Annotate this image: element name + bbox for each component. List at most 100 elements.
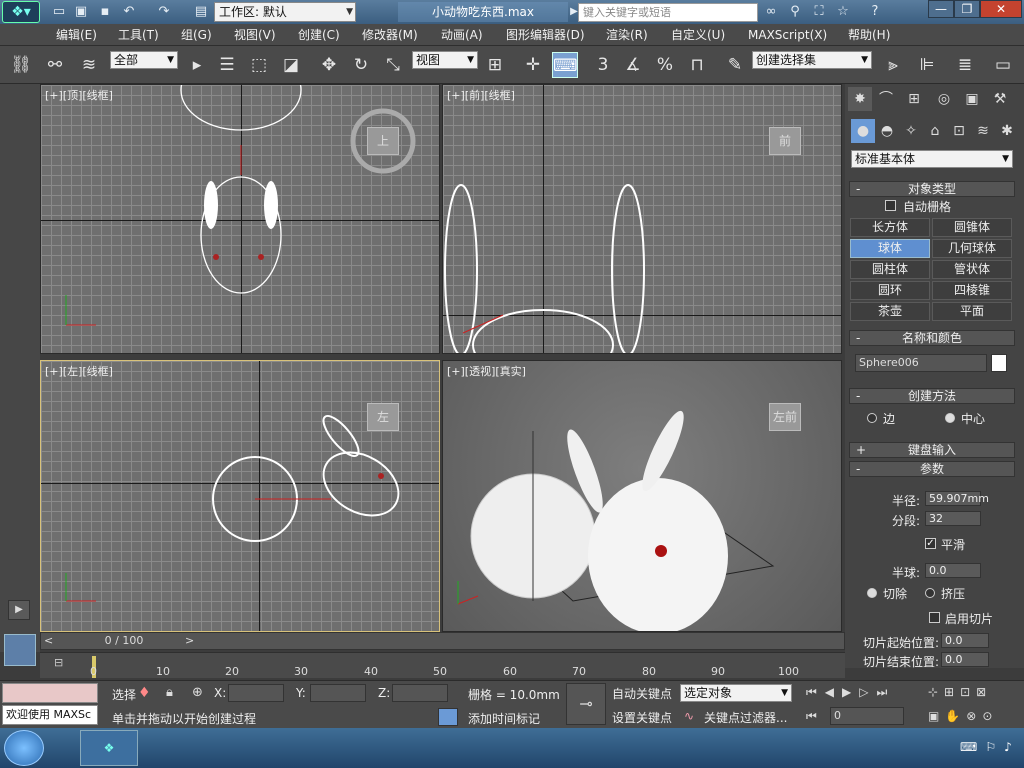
menu-views[interactable]: 视图(V) [234, 26, 276, 44]
pivot-center-icon[interactable]: ⊞ [482, 52, 508, 78]
edit-named-selection-icon[interactable]: ✎ [722, 52, 748, 78]
maximize-button[interactable]: ❐ [954, 0, 980, 18]
redo-icon[interactable]: ↷ [155, 3, 173, 21]
creation-center-radio[interactable] [945, 413, 955, 423]
creation-method-rollout[interactable]: - 创建方法 [849, 388, 1015, 404]
torus-button[interactable]: 圆环 [850, 281, 930, 300]
key-filters-button[interactable]: 关键点过滤器... [704, 709, 794, 727]
segments-spinner[interactable]: 32 [925, 511, 981, 526]
menu-edit[interactable]: 编辑(E) [56, 26, 97, 44]
smooth-checkbox[interactable]: ✓ [925, 538, 936, 549]
menu-maxscript[interactable]: MAXScript(X) [748, 26, 827, 44]
object-type-rollout[interactable]: - 对象类型 [849, 181, 1015, 197]
primitive-type-dropdown[interactable]: 标准基本体 ▼ [851, 150, 1013, 168]
keyboard-entry-rollout[interactable]: + 键盘输入 [849, 442, 1015, 458]
project-folder-icon[interactable]: ▤ [192, 3, 210, 21]
viewport-top[interactable]: [+][顶][线框] 上 [40, 84, 440, 354]
select-manipulate-icon[interactable]: ✛ [520, 52, 546, 78]
scale-icon[interactable]: ⤡ [380, 52, 406, 78]
viewport-nav-top-icons[interactable]: ⊹⊞⊡⊠ [928, 685, 992, 699]
help-icon[interactable]: ? [866, 3, 884, 21]
snaps-toggle-icon[interactable]: 3 [590, 52, 616, 78]
layer-manager-icon[interactable]: ≣ [952, 52, 978, 78]
geometry-category-icon[interactable]: ● [851, 119, 875, 143]
communication-icon[interactable]: ⛶ [810, 3, 828, 21]
undo-icon[interactable]: ↶ [120, 3, 138, 21]
absolute-mode-icon[interactable]: ⊕ [192, 685, 203, 700]
percent-snap-icon[interactable]: % [652, 52, 678, 78]
binoculars-icon[interactable]: ∞ [762, 3, 780, 21]
tube-button[interactable]: 管状体 [932, 260, 1012, 279]
key-mode-dropdown[interactable]: 选定对象 ▼ [680, 684, 792, 702]
squash-radio[interactable] [925, 588, 935, 598]
key-icon[interactable]: ⚲ [786, 3, 804, 21]
box-button[interactable]: 长方体 [850, 218, 930, 237]
new-file-icon[interactable]: ▭ [50, 3, 68, 21]
reference-coordinate-dropdown[interactable]: 视图 ▼ [412, 51, 478, 69]
app-logo-icon[interactable]: ❖▾ [2, 1, 40, 23]
viewcube-front[interactable]: 前 [769, 127, 801, 155]
viewport-left[interactable]: [+][左][线框] 左 [40, 360, 440, 632]
object-name-field[interactable]: Sphere006 [855, 354, 987, 372]
angle-snap-icon[interactable]: ∡ [620, 52, 646, 78]
utilities-tab-icon[interactable]: ⚒ [988, 87, 1012, 111]
menu-rendering[interactable]: 渲染(R) [606, 26, 648, 44]
cylinder-button[interactable]: 圆柱体 [850, 260, 930, 279]
star-icon[interactable]: ☆ [834, 3, 852, 21]
menu-create[interactable]: 创建(C) [298, 26, 340, 44]
sphere-button[interactable]: 球体 [850, 239, 930, 258]
align-icon[interactable]: ⊫ [914, 52, 940, 78]
unlink-icon[interactable]: ⚯ [42, 52, 68, 78]
time-prev-arrow-icon[interactable]: < [44, 634, 53, 647]
helpers-category-icon[interactable]: ⊡ [947, 119, 971, 143]
link-icon[interactable]: ⛓ [8, 52, 34, 78]
set-key-button[interactable]: 设置关键点 [612, 709, 678, 727]
viewport-perspective[interactable]: [+][透视][真实] 左前 [442, 360, 842, 632]
workspace-dropdown[interactable]: 工作区: 默认 ▼ [214, 2, 356, 22]
add-time-tag[interactable]: 添加时间标记 [468, 710, 540, 727]
isolate-icon[interactable]: ♦ [138, 685, 151, 701]
display-tab-icon[interactable]: ▣ [960, 87, 984, 111]
rotate-icon[interactable]: ↻ [348, 52, 374, 78]
menu-animation[interactable]: 动画(A) [441, 26, 483, 44]
teapot-button[interactable]: 茶壶 [850, 302, 930, 321]
open-file-icon[interactable]: ▣ [72, 3, 90, 21]
spinner-snap-icon[interactable]: ⊓ [684, 52, 710, 78]
current-frame-field[interactable]: 0 [830, 707, 904, 725]
cameras-category-icon[interactable]: ⌂ [923, 119, 947, 143]
slice-on-checkbox[interactable] [929, 612, 940, 623]
window-crossing-icon[interactable]: ◪ [278, 52, 304, 78]
lights-category-icon[interactable]: ✧ [899, 119, 923, 143]
bind-space-warp-icon[interactable]: ≋ [76, 52, 102, 78]
radius-spinner[interactable]: 59.907mm [925, 491, 989, 506]
close-button[interactable]: ✕ [980, 0, 1022, 18]
save-icon[interactable]: ▪ [96, 3, 114, 21]
named-selection-dropdown[interactable]: 创建选择集 ▼ [752, 51, 872, 69]
time-tag-icon[interactable] [438, 708, 458, 726]
menu-modifiers[interactable]: 修改器(M) [362, 26, 418, 44]
graphite-ribbon-icon[interactable]: ▭ [990, 52, 1016, 78]
z-coordinate-field[interactable] [392, 684, 448, 702]
pyramid-button[interactable]: 四棱锥 [932, 281, 1012, 300]
plane-button[interactable]: 平面 [932, 302, 1012, 321]
menu-group[interactable]: 组(G) [181, 26, 212, 44]
menu-customize[interactable]: 自定义(U) [671, 26, 725, 44]
mini-curve-editor-icon[interactable]: ⊟ [54, 656, 70, 670]
viewcube-perspective[interactable]: 左前 [769, 403, 801, 431]
motion-tab-icon[interactable]: ◎ [932, 87, 956, 111]
slice-from-spinner[interactable]: 0.0 [941, 633, 989, 648]
system-tray-icons[interactable]: ⌨⚐♪ [960, 740, 1020, 754]
object-color-swatch[interactable] [991, 354, 1007, 372]
key-filter-icon[interactable]: ∿ [684, 709, 694, 723]
cone-button[interactable]: 圆锥体 [932, 218, 1012, 237]
select-by-name-icon[interactable]: ☰ [214, 52, 240, 78]
shapes-category-icon[interactable]: ◓ [875, 119, 899, 143]
viewport-layout-icon[interactable] [4, 634, 36, 666]
select-object-icon[interactable]: ▸ [184, 52, 210, 78]
playback-controls[interactable]: ⏮◀▶▷⏭ [806, 685, 895, 700]
selection-filter-dropdown[interactable]: 全部 ▼ [110, 51, 178, 69]
mirror-icon[interactable]: ⫸ [880, 52, 906, 78]
slice-to-spinner[interactable]: 0.0 [941, 652, 989, 667]
spacewarps-category-icon[interactable]: ≋ [971, 119, 995, 143]
modify-tab-icon[interactable]: ⌒ [874, 87, 898, 111]
